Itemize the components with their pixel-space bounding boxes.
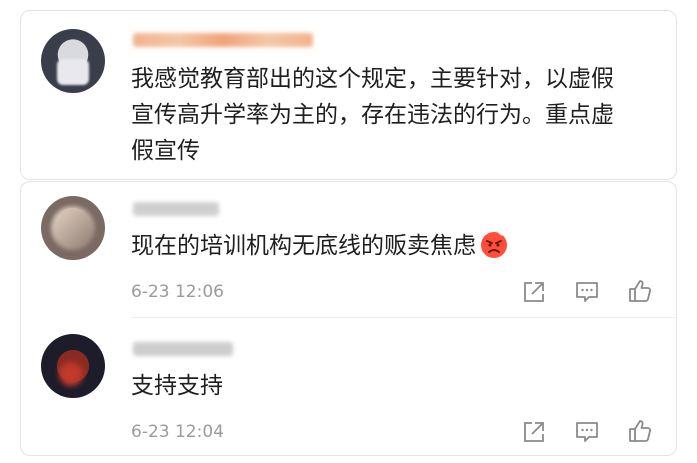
avatar[interactable]: [41, 196, 105, 260]
username[interactable]: [133, 33, 313, 47]
comment-icon[interactable]: [574, 279, 600, 305]
avatar[interactable]: [41, 334, 105, 398]
username[interactable]: [133, 342, 233, 356]
comment-text: 我感觉教育部出的这个规定，主要针对，以虚假 宣传高升学率为主的，存在违法的行为。…: [131, 66, 614, 164]
comment-card-1: 我感觉教育部出的这个规定，主要针对，以虚假 宣传高升学率为主的，存在违法的行为。…: [20, 10, 677, 180]
share-icon[interactable]: [521, 279, 547, 305]
avatar[interactable]: [41, 29, 105, 93]
timestamp: 6-23 12:04: [131, 422, 224, 442]
like-icon[interactable]: [627, 278, 653, 304]
comment-icon[interactable]: [574, 419, 600, 445]
like-icon[interactable]: [627, 418, 653, 444]
comment-text: 现在的培训机构无底线的贩卖焦虑: [131, 228, 508, 270]
share-icon[interactable]: [521, 419, 547, 445]
divider: [131, 317, 676, 318]
comment-text: 支持支持: [131, 373, 223, 399]
username[interactable]: [133, 202, 219, 216]
angry-face-icon: [480, 231, 508, 270]
comment-card-2: 现在的培训机构无底线的贩卖焦虑 6-23 12:06 支持支持 6-23 12:…: [20, 181, 677, 456]
timestamp: 6-23 12:06: [131, 282, 224, 302]
